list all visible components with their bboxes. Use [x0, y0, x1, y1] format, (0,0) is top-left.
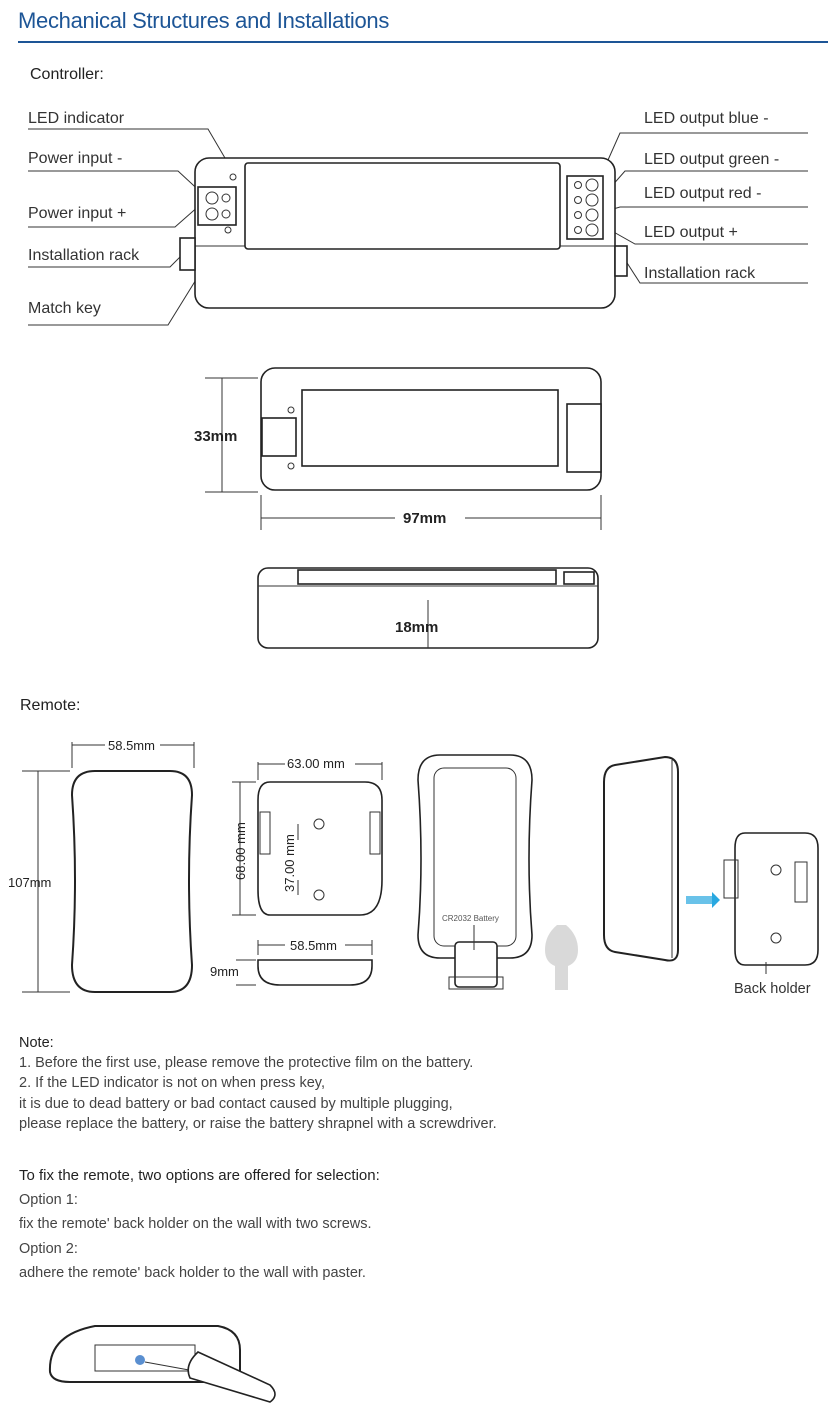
label-led-output-green: LED output green - [644, 151, 779, 168]
remote-heading: Remote: [20, 697, 81, 714]
dim-side-thickness: 9mm [210, 964, 239, 979]
option1-text: fix the remote' back holder on the wall … [19, 1216, 372, 1232]
dim-length: 97mm [403, 510, 446, 527]
option2-label: Option 2: [19, 1241, 78, 1257]
label-installation-rack-right: Installation rack [644, 265, 756, 282]
arrow-icon [686, 896, 712, 904]
left-labels: LED indicator Power input - Power input … [28, 110, 140, 317]
label-led-output-blue: LED output blue - [644, 110, 769, 127]
label-led-output-red: LED output red - [644, 185, 761, 202]
label-power-input-minus: Power input - [28, 150, 122, 167]
battery-label: CR2032 Battery [442, 914, 499, 923]
fix-heading: To fix the remote, two options are offer… [19, 1167, 380, 1184]
note-heading: Note: [19, 1035, 54, 1051]
option2-text: adhere the remote' back holder to the wa… [19, 1265, 366, 1281]
dim-front-height: 107mm [8, 875, 51, 890]
dim-depth: 18mm [395, 619, 438, 636]
back-holder-label: Back holder [734, 981, 811, 997]
note-line-3: it is due to dead battery or bad contact… [19, 1096, 453, 1112]
label-led-indicator: LED indicator [28, 110, 125, 127]
dim-front-width: 58.5mm [108, 738, 155, 753]
screwdriver-icon [187, 1351, 276, 1403]
note-line-1: 1. Before the first use, please remove t… [19, 1055, 474, 1071]
label-power-input-plus: Power input + [28, 205, 126, 222]
controller-diagram: LED indicator Power input - Power input … [28, 110, 808, 649]
dim-holder-height: 68.00 mm [233, 822, 248, 880]
label-led-output-plus: LED output + [644, 224, 738, 241]
dim-holder-width: 63.00 mm [287, 756, 345, 771]
option1-label: Option 1: [19, 1192, 78, 1208]
note-line-2: 2. If the LED indicator is not on when p… [19, 1075, 326, 1091]
note-line-4: please replace the battery, or raise the… [19, 1116, 497, 1132]
screwdriver-spatula-icon [545, 925, 578, 990]
dim-screw-spacing: 37.00 mm [282, 834, 297, 892]
label-installation-rack-left: Installation rack [28, 247, 140, 264]
label-match-key: Match key [28, 300, 101, 317]
dim-height: 33mm [194, 428, 237, 445]
dim-side-width: 58.5mm [290, 938, 337, 953]
